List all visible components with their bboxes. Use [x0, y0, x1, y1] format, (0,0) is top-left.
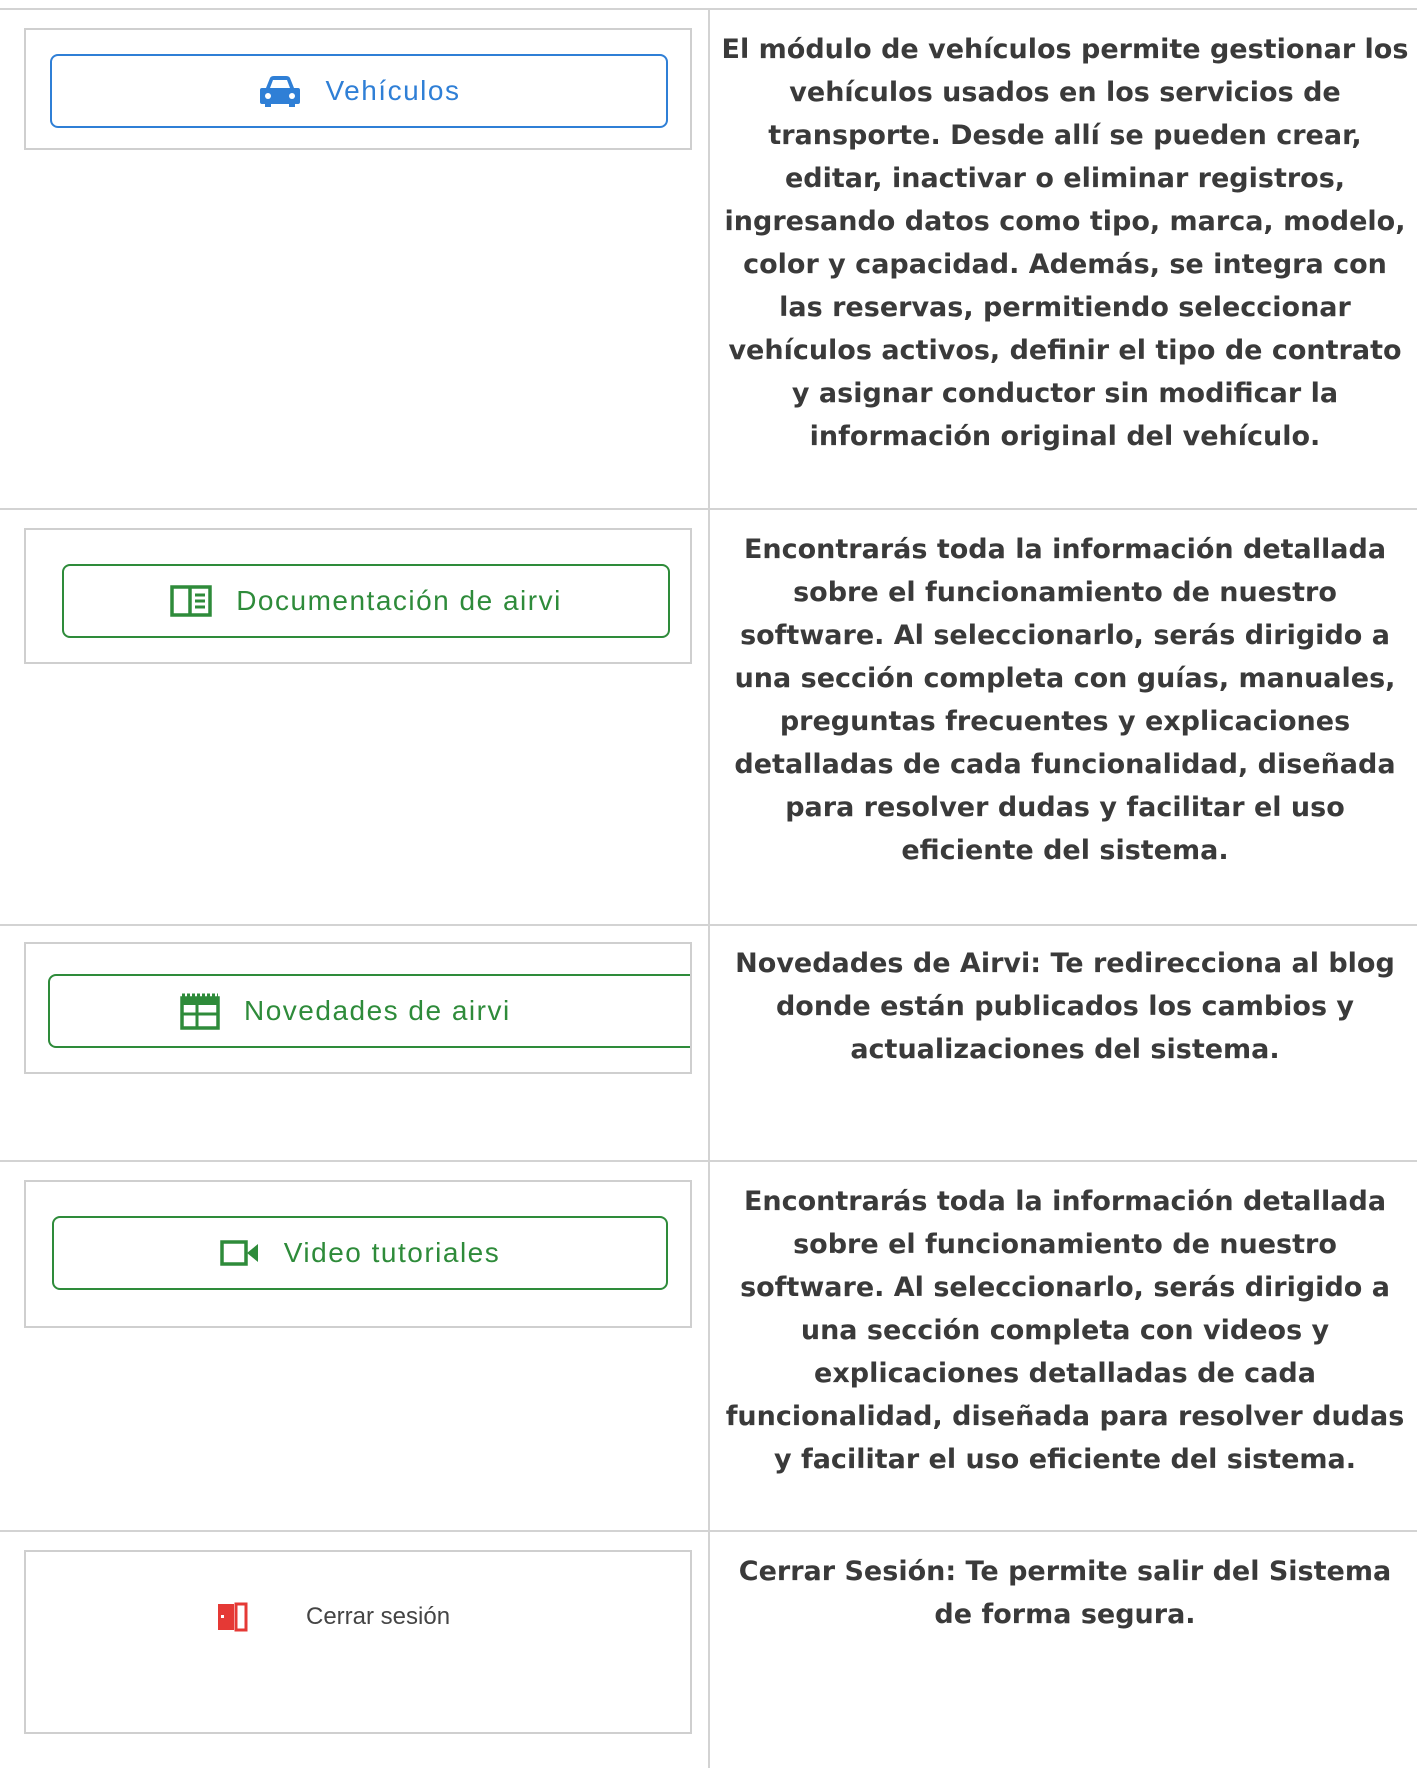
video-tutoriales-button[interactable]: Video tutoriales [52, 1216, 668, 1290]
button-screenshot-vehiculos: Vehículos [24, 28, 692, 150]
vehiculos-button[interactable]: Vehículos [50, 54, 668, 128]
button-screenshot-video-tutoriales: Video tutoriales [24, 1180, 692, 1328]
button-screenshot-cerrar-sesion: Cerrar sesión [24, 1550, 692, 1734]
button-screenshot-documentacion: Documentación de airvi [24, 528, 692, 664]
door-exit-icon [216, 1602, 248, 1632]
row-description: Novedades de Airvi: Te redirecciona al b… [735, 948, 1395, 1065]
vehiculos-button-label: Vehículos [325, 75, 461, 106]
novedades-button[interactable]: Novedades de airvi [48, 974, 690, 1048]
cerrar-sesion-button-label: Cerrar sesión [306, 1603, 451, 1630]
button-screenshot-novedades: Novedades de airvi [24, 942, 692, 1074]
row-description: Cerrar Sesión: Te permite salir del Sist… [738, 1556, 1392, 1630]
car-icon [258, 74, 302, 108]
video-camera-icon [220, 1239, 260, 1267]
documentacion-button[interactable]: Documentación de airvi [62, 564, 670, 638]
documentacion-button-label: Documentación de airvi [236, 585, 562, 616]
novedades-button-label: Novedades de airvi [244, 995, 511, 1026]
video-tutoriales-button-label: Video tutoriales [283, 1237, 501, 1268]
book-icon [170, 585, 212, 617]
row-description: Encontrarás toda la información detallad… [725, 1186, 1405, 1475]
newspaper-icon [180, 992, 220, 1030]
cerrar-sesion-button[interactable]: Cerrar sesión [216, 1602, 450, 1632]
row-description: El módulo de vehículos permite gestionar… [721, 34, 1409, 452]
row-description: Encontrarás toda la información detallad… [734, 534, 1396, 866]
